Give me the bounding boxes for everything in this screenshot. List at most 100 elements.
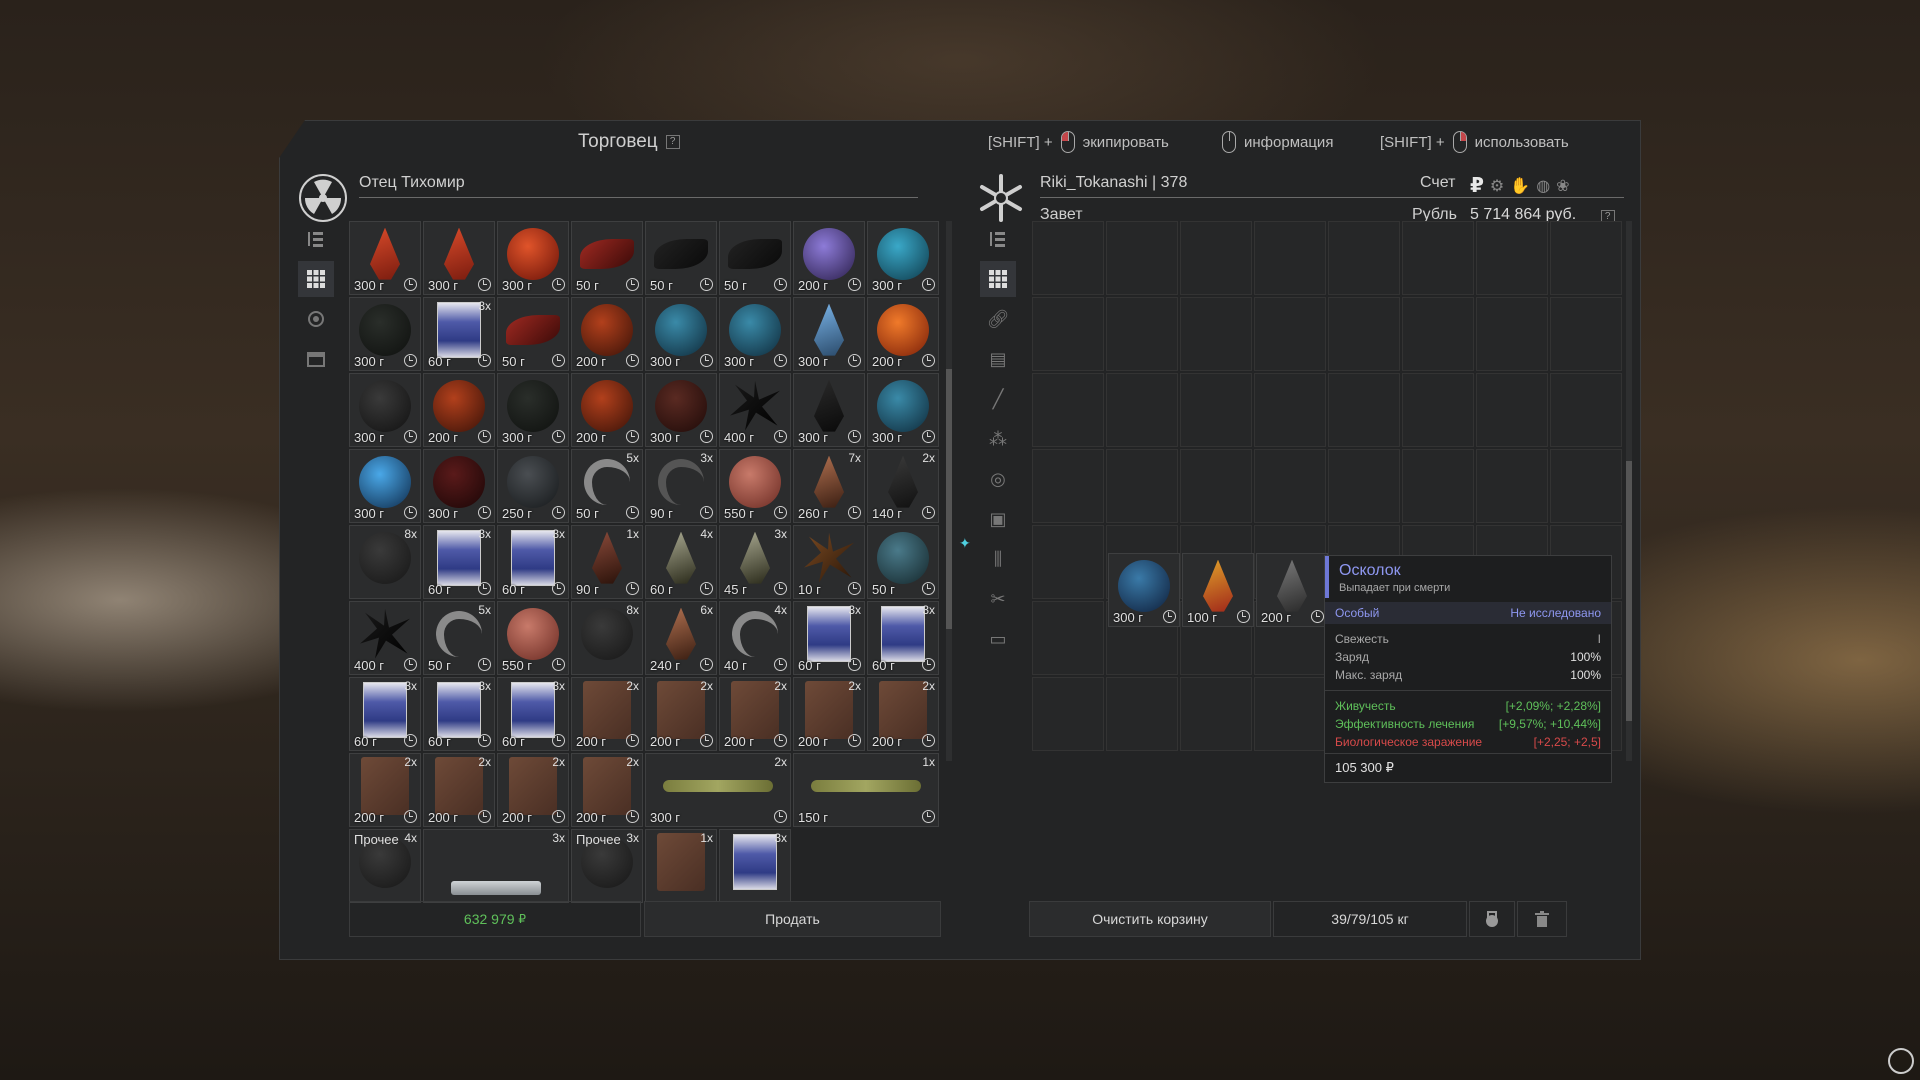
trader-item-slot[interactable]: 3x 90 г [645, 449, 717, 523]
empty-slot[interactable] [1106, 677, 1178, 751]
trader-item-slot[interactable]: 3x 60 г [867, 601, 939, 675]
empty-slot[interactable] [1180, 373, 1252, 447]
filter-attachments-button[interactable]: 🔗︎ [980, 301, 1016, 337]
filter-artifacts-button[interactable] [298, 301, 334, 337]
trader-item-slot[interactable]: 300 г [497, 221, 569, 295]
empty-slot[interactable] [1402, 449, 1474, 523]
trader-item-slot[interactable]: 50 г [645, 221, 717, 295]
refresh-icon[interactable] [1888, 1048, 1914, 1074]
clear-cart-button[interactable]: Очистить корзину [1029, 901, 1271, 937]
empty-slot[interactable] [1180, 297, 1252, 371]
trader-item-slot[interactable]: 200 г [793, 221, 865, 295]
trader-item-slot[interactable]: 3x 60 г [423, 677, 495, 751]
trader-item-slot[interactable]: 2x 200 г [867, 677, 939, 751]
trader-item-slot[interactable]: 2x 200 г [497, 753, 569, 827]
empty-slot[interactable] [1550, 449, 1622, 523]
empty-slot[interactable] [1550, 297, 1622, 371]
filter-artifacts-button-player[interactable]: ◎ [980, 461, 1016, 497]
trader-item-slot[interactable]: 300 г [645, 373, 717, 447]
trader-item-slot[interactable]: 3x 60 г [349, 677, 421, 751]
filter-misc-button-player[interactable]: ▭ [980, 621, 1016, 657]
trader-item-slot[interactable]: 200 г [571, 297, 643, 371]
ruble-currency-icon[interactable]: ₽ [1470, 173, 1484, 198]
player-scroll-thumb[interactable] [1626, 461, 1632, 721]
empty-slot[interactable] [1328, 449, 1400, 523]
empty-slot[interactable] [1032, 601, 1104, 675]
trader-item-slot[interactable]: 300 г [719, 297, 791, 371]
trader-item-slot[interactable]: 2x 200 г [571, 753, 643, 827]
filter-misc-button[interactable] [298, 341, 334, 377]
trader-item-slot[interactable]: 300 г [497, 373, 569, 447]
trader-item-slot[interactable]: 50 г [571, 221, 643, 295]
trader-item-slot[interactable]: 400 г [719, 373, 791, 447]
trader-item-slot[interactable]: 5x 50 г [423, 601, 495, 675]
empty-slot[interactable] [1402, 221, 1474, 295]
empty-slot[interactable] [1180, 221, 1252, 295]
trader-item-slot[interactable]: 300 г [349, 297, 421, 371]
empty-slot[interactable] [1032, 221, 1104, 295]
empty-slot[interactable] [1032, 449, 1104, 523]
trader-item-slot[interactable]: 4x 60 г [645, 525, 717, 599]
trader-item-slot[interactable]: 8x [349, 525, 421, 599]
empty-slot[interactable] [1106, 297, 1178, 371]
trader-item-slot[interactable]: 3x 45 г [719, 525, 791, 599]
empty-slot[interactable] [1180, 677, 1252, 751]
trader-item-slot[interactable]: 3x [423, 829, 569, 903]
empty-slot[interactable] [1106, 373, 1178, 447]
trader-item-slot[interactable]: 300 г [423, 449, 495, 523]
trader-item-slot[interactable]: 8x [571, 601, 643, 675]
trader-item-slot[interactable]: 300 г [867, 221, 939, 295]
empty-slot[interactable] [1032, 297, 1104, 371]
filter-all-button[interactable] [298, 261, 334, 297]
empty-slot[interactable] [1550, 221, 1622, 295]
filter-ammo-button[interactable]: ⁂ [980, 421, 1016, 457]
trader-help-icon[interactable]: ? [665, 135, 680, 149]
empty-slot[interactable] [1550, 373, 1622, 447]
trader-item-slot[interactable]: 50 г [867, 525, 939, 599]
empty-slot[interactable] [1328, 221, 1400, 295]
trader-item-slot[interactable]: 3x 60 г [793, 601, 865, 675]
filter-tools-button[interactable]: ✂ [980, 581, 1016, 617]
trader-item-slot[interactable]: 300 г [793, 373, 865, 447]
cart-item-slot[interactable]: 200 г [1256, 553, 1328, 627]
trader-item-slot[interactable]: 2x 200 г [793, 677, 865, 751]
trader-item-slot[interactable]: 200 г [423, 373, 495, 447]
trader-item-slot[interactable]: 2x 200 г [349, 753, 421, 827]
trader-item-slot[interactable]: 550 г [497, 601, 569, 675]
trader-item-slot[interactable]: 250 г [497, 449, 569, 523]
trader-item-slot[interactable]: 2x 200 г [571, 677, 643, 751]
trader-item-slot[interactable]: 300 г [423, 221, 495, 295]
empty-slot[interactable] [1106, 449, 1178, 523]
trader-item-slot[interactable]: 2x 300 г [645, 753, 791, 827]
trader-item-slot[interactable]: 1x 90 г [571, 525, 643, 599]
empty-slot[interactable] [1032, 677, 1104, 751]
empty-slot[interactable] [1254, 373, 1326, 447]
sell-button[interactable]: Продать [644, 901, 941, 937]
filter-weapons-button[interactable]: ╱ [980, 381, 1016, 417]
player-sort-button[interactable] [980, 221, 1016, 257]
trader-item-slot[interactable]: 200 г [571, 373, 643, 447]
empty-slot[interactable] [1032, 373, 1104, 447]
filter-devices-button[interactable]: ▣ [980, 501, 1016, 537]
trader-scroll-thumb[interactable] [946, 369, 952, 629]
trader-item-slot[interactable]: 3x 60 г [423, 297, 495, 371]
trader-item-slot[interactable]: 300 г [793, 297, 865, 371]
trader-item-slot[interactable]: 2x 200 г [719, 677, 791, 751]
trader-item-slot[interactable]: 3x 60 г [497, 525, 569, 599]
empty-slot[interactable] [1032, 525, 1104, 599]
empty-slot[interactable] [1254, 297, 1326, 371]
gear-currency-icon[interactable]: ⚙ [1490, 176, 1504, 196]
empty-slot[interactable] [1180, 449, 1252, 523]
empty-slot[interactable] [1328, 373, 1400, 447]
empty-slot[interactable] [1328, 297, 1400, 371]
trader-item-slot[interactable]: 2x 200 г [645, 677, 717, 751]
trader-item-slot[interactable]: 300 г [867, 373, 939, 447]
trader-item-slot[interactable]: 2x 200 г [423, 753, 495, 827]
trader-item-slot[interactable]: 4x 40 г [719, 601, 791, 675]
trader-item-slot[interactable]: 300 г [349, 373, 421, 447]
trader-item-slot[interactable]: 50 г [497, 297, 569, 371]
empty-slot[interactable] [1476, 373, 1548, 447]
empty-slot[interactable] [1402, 297, 1474, 371]
trader-item-slot[interactable]: 550 г [719, 449, 791, 523]
sort-button[interactable] [298, 221, 334, 257]
